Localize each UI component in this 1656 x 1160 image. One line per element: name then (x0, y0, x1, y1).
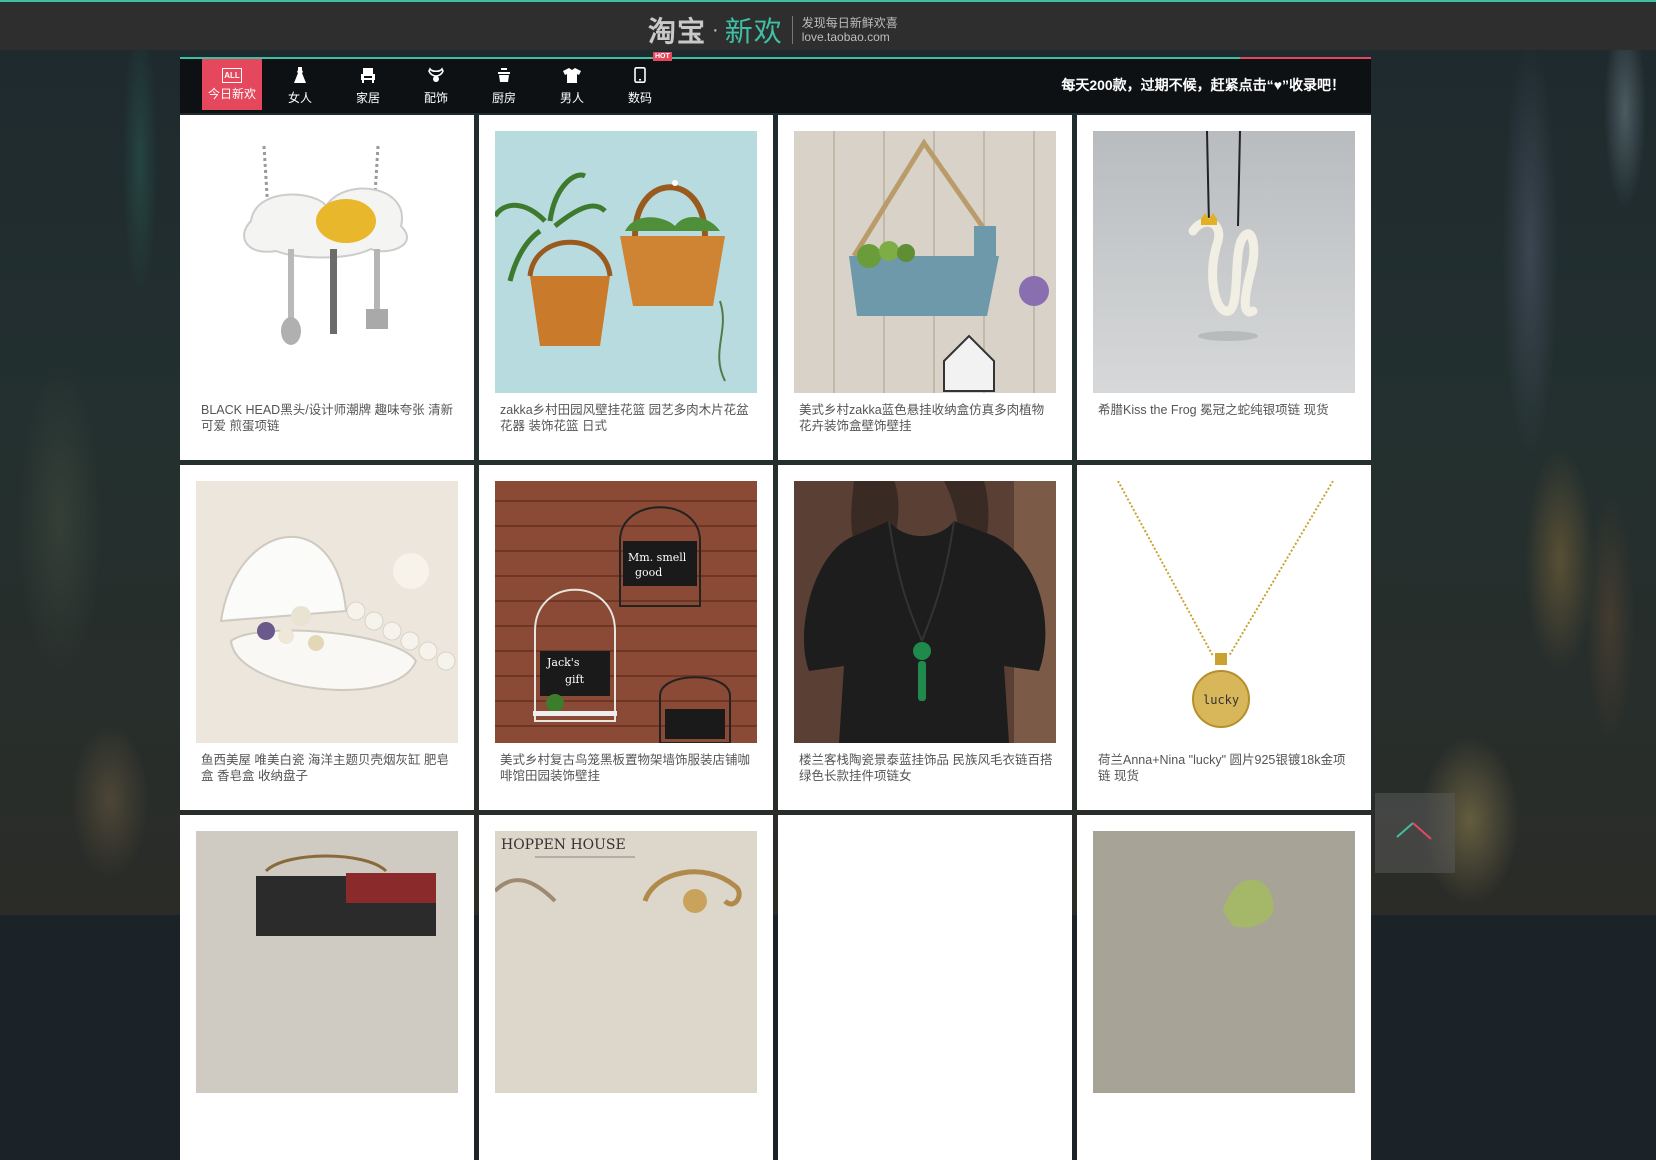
product-title[interactable]: 希腊Kiss the Frog 冕冠之蛇纯银项链 现货 (1098, 402, 1354, 418)
product-card[interactable]: 美式乡村zakka蓝色悬挂收纳盒仿真多肉植物花卉装饰盒壁饰壁挂 (778, 115, 1072, 460)
product-image[interactable] (794, 481, 1056, 743)
product-card[interactable]: BLACK HEAD黑头/设计师潮牌 趣味夸张 清新可爱 煎蛋项链 (180, 115, 474, 460)
phone-icon (610, 67, 670, 87)
hoppen-house-logo: HOPPEN HOUSE (501, 837, 626, 853)
nav-item-men[interactable]: 男人 (542, 59, 602, 110)
svg-text:good: good (635, 566, 662, 579)
nav-item-women[interactable]: 女人 (270, 59, 330, 110)
home-icon (338, 67, 398, 87)
nav-item-label: 厨房 (491, 91, 516, 105)
svg-text:gift: gift (565, 673, 585, 686)
all-icon: ALL (222, 68, 242, 83)
product-card[interactable]: zakka乡村田园风壁挂花篮 园艺多肉木片花盆花器 装饰花篮 日式 (479, 115, 773, 460)
nav-item-label: 男人 (559, 91, 584, 105)
product-image[interactable]: lucky (1093, 481, 1355, 743)
product-card[interactable]: lucky 荷兰Anna+Nina "lucky" 圆片925银镀18k金项链 … (1077, 465, 1371, 810)
top-bar: 淘宝 · 新欢 发现每日新鲜欢喜 love.taobao.com (0, 0, 1656, 50)
logo-xinhuan: 新欢 (724, 16, 783, 47)
accessory-icon (406, 67, 466, 87)
product-card[interactable] (778, 815, 1072, 1160)
product-image[interactable] (196, 481, 458, 743)
logo-divider (791, 16, 793, 44)
product-image[interactable] (196, 131, 458, 393)
nav-item-digital[interactable]: 数码 (610, 59, 670, 110)
category-nav: ALL 今日新欢 女人 家居 配饰 厨房 男人 数码 HOT 每天200款，过期… (180, 52, 1371, 113)
product-title[interactable]: 荷兰Anna+Nina "lucky" 圆片925银镀18k金项链 现货 (1098, 752, 1354, 784)
site-logo[interactable]: 淘宝 · 新欢 发现每日新鲜欢喜 love.taobao.com (648, 10, 898, 50)
pendant-engraving: lucky (1203, 693, 1239, 707)
product-title[interactable]: 美式乡村zakka蓝色悬挂收纳盒仿真多肉植物花卉装饰盒壁饰壁挂 (799, 402, 1055, 434)
hot-badge: HOT (653, 52, 672, 61)
product-card[interactable] (1077, 815, 1371, 1160)
product-title[interactable]: 楼兰客栈陶瓷景泰蓝挂饰品 民族风毛衣链百搭绿色长款挂件项链女 (799, 752, 1055, 784)
logo-taobao: 淘宝 (648, 16, 707, 47)
nav-item-label: 家居 (355, 91, 380, 105)
nav-item-label: 数码 (627, 91, 652, 105)
product-card[interactable]: Mm. smell good Jack's gift 美式乡村复古鸟笼黑板置物架… (479, 465, 773, 810)
product-title[interactable]: 美式乡村复古鸟笼黑板置物架墙饰服装店铺咖啡馆田园装饰壁挂 (500, 752, 756, 784)
shirt-icon (542, 67, 602, 87)
dress-icon (270, 67, 330, 87)
nav-accent-line-red (1240, 57, 1371, 59)
logo-domain: love.taobao.com (801, 30, 890, 44)
collect-tip: 每天200款，过期不候，赶紧点击“♥”收录吧！ (1061, 75, 1345, 95)
product-title[interactable]: zakka乡村田园风壁挂花篮 园艺多肉木片花盆花器 装饰花篮 日式 (500, 402, 756, 434)
product-card[interactable] (180, 815, 474, 1160)
logo-tagline-block: 发现每日新鲜欢喜 love.taobao.com (802, 16, 898, 44)
product-image[interactable] (794, 131, 1056, 393)
chalkboard-text-smell-good: Mm. smell (628, 551, 687, 564)
product-image[interactable] (1093, 131, 1355, 393)
logo-dot: · (712, 18, 719, 41)
back-to-top-button[interactable] (1375, 793, 1455, 873)
nav-item-today[interactable]: ALL 今日新欢 (202, 59, 262, 110)
logo-tagline: 发现每日新鲜欢喜 (801, 16, 898, 30)
product-image[interactable]: HOPPEN HOUSE (495, 831, 757, 1093)
chalkboard-text-jacks-gift: Jack's (546, 656, 580, 669)
product-card[interactable]: HOPPEN HOUSE (479, 815, 773, 1160)
nav-item-kitchen[interactable]: 厨房 (474, 59, 534, 110)
product-image[interactable] (1093, 831, 1355, 1093)
collect-tip-text: 每天200款，过期不候，赶紧点击“ (1061, 77, 1274, 93)
product-card[interactable]: 希腊Kiss the Frog 冕冠之蛇纯银项链 现货 (1077, 115, 1371, 460)
product-card[interactable]: 鱼西美屋 唯美白瓷 海洋主题贝壳烟灰缸 肥皂盒 香皂盒 收纳盘子 (180, 465, 474, 810)
nav-item-label: 今日新欢 (207, 87, 256, 101)
heart-icon: ♥ (1273, 77, 1282, 93)
nav-item-label: 配饰 (423, 91, 448, 105)
kitchen-icon (474, 67, 534, 87)
product-image[interactable]: Mm. smell good Jack's gift (495, 481, 757, 743)
nav-item-accessories[interactable]: 配饰 (406, 59, 466, 110)
nav-item-home[interactable]: 家居 (338, 59, 398, 110)
nav-item-label: 女人 (287, 91, 312, 105)
product-image[interactable] (495, 131, 757, 393)
product-image[interactable] (196, 831, 458, 1093)
product-image[interactable] (794, 831, 1056, 1093)
product-title[interactable]: BLACK HEAD黑头/设计师潮牌 趣味夸张 清新可爱 煎蛋项链 (201, 402, 457, 434)
product-card[interactable]: 楼兰客栈陶瓷景泰蓝挂饰品 民族风毛衣链百搭绿色长款挂件项链女 (778, 465, 1072, 810)
chevron-up-icon (1396, 822, 1432, 840)
collect-tip-text-end: ”收录吧！ (1282, 77, 1345, 93)
product-title[interactable]: 鱼西美屋 唯美白瓷 海洋主题贝壳烟灰缸 肥皂盒 香皂盒 收纳盘子 (201, 752, 457, 784)
